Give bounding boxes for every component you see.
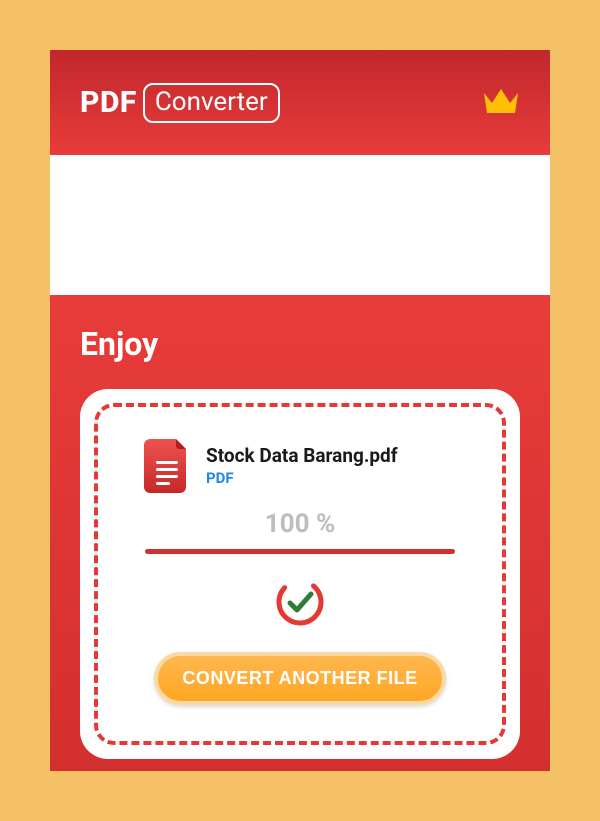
file-name: Stock Data Barang.pdf <box>206 444 398 467</box>
logo-converter-box: Converter <box>143 83 280 123</box>
crown-icon[interactable] <box>482 85 520 121</box>
logo-text-converter: Converter <box>155 87 268 117</box>
page-heading: Enjoy <box>80 325 520 363</box>
main-content: Enjoy <box>50 295 550 771</box>
banner-area <box>50 155 550 295</box>
file-info-row[interactable]: Stock Data Barang.pdf PDF <box>144 437 398 493</box>
app-container: PDF Converter Enjoy <box>50 50 550 771</box>
result-card: Stock Data Barang.pdf PDF 100 % CONVERT … <box>80 389 520 759</box>
app-header: PDF Converter <box>50 50 550 155</box>
card-content: Stock Data Barang.pdf PDF 100 % CONVERT … <box>102 411 498 737</box>
logo-text-pdf: PDF <box>80 85 137 120</box>
progress-bar <box>145 549 455 554</box>
file-type-label: PDF <box>206 469 398 487</box>
checkmark-icon <box>274 576 326 632</box>
convert-another-button[interactable]: CONVERT ANOTHER FILE <box>154 652 445 705</box>
file-meta: Stock Data Barang.pdf PDF <box>206 444 398 487</box>
progress-percent: 100 % <box>265 509 335 539</box>
document-icon <box>144 437 190 493</box>
app-logo: PDF Converter <box>80 83 280 123</box>
